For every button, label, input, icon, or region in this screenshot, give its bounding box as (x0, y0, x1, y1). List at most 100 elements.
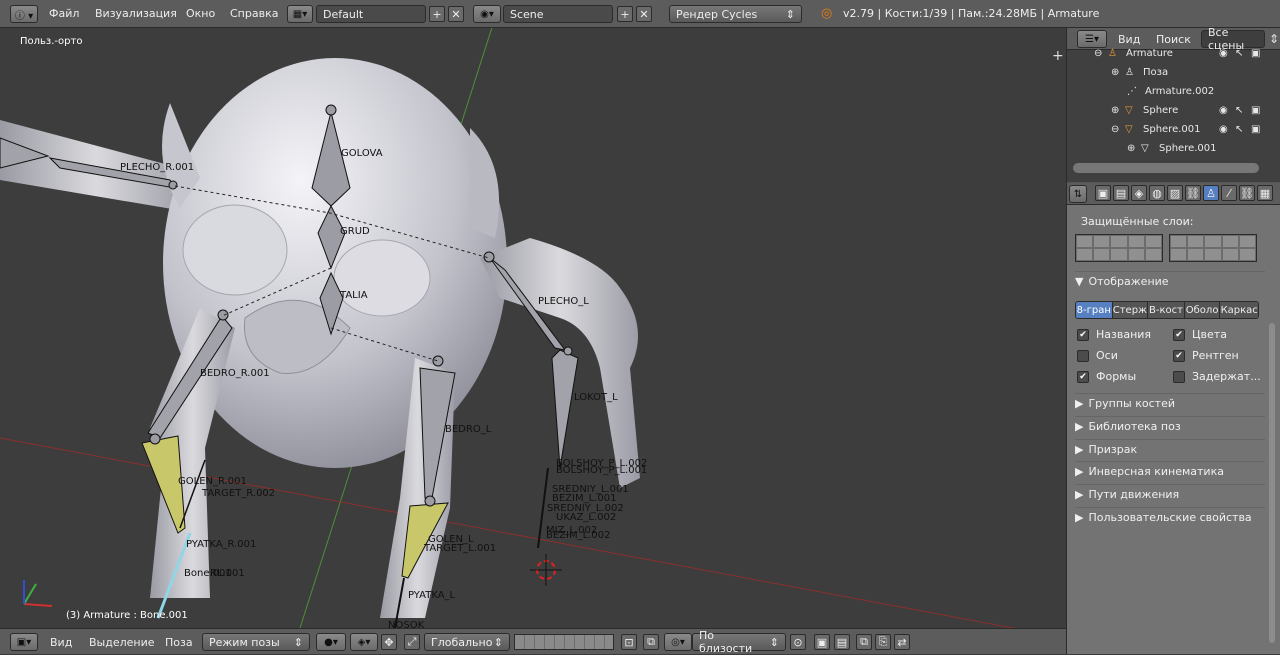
properties-editor-button[interactable]: ⇅ (1069, 185, 1087, 203)
screen-layout-field[interactable]: Default (316, 5, 426, 23)
menu-file[interactable]: Файл (40, 7, 88, 20)
outliner-row-pose[interactable]: ⊕ ♙ Поза (1067, 63, 1267, 82)
outliner-row-sphere-mesh[interactable]: ⊕ ▽ Sphere.001 (1067, 139, 1267, 158)
render-tab-icon[interactable]: ▣ (1095, 185, 1111, 201)
checkbox-box[interactable]: ✔ (1077, 328, 1089, 341)
render-icon[interactable]: ▣ (1251, 105, 1267, 116)
transform-icon[interactable]: ⤢ (404, 634, 420, 650)
pivot-point-dropdown[interactable]: ◈▾ (350, 633, 378, 651)
render-image-icon[interactable]: ▣ (814, 634, 830, 650)
panel-bone-groups[interactable]: ▶ Группы костей (1075, 393, 1265, 413)
cursor-icon[interactable]: ↖ (1235, 105, 1251, 116)
constraints-tab-icon[interactable]: ⛓ (1185, 185, 1201, 201)
display-mode-stick[interactable]: Стерж (1112, 302, 1149, 318)
add-layout-icon[interactable]: + (429, 6, 445, 22)
proportional-edit-dropdown[interactable]: ◎▾ (664, 633, 692, 651)
menu-view[interactable]: Вид (41, 636, 81, 649)
panel-custom-properties[interactable]: ▶ Пользовательские свойства (1075, 507, 1265, 527)
display-mode-selector[interactable]: 8-гран Стерж В-кост Оболо Каркас (1075, 301, 1259, 319)
scene-field[interactable]: Scene (503, 5, 613, 23)
screen-layout-icon[interactable]: ▦▾ (287, 5, 313, 23)
editor-type-button[interactable]: ▣▾ (10, 633, 38, 651)
checkbox-axes[interactable]: Оси (1077, 349, 1118, 362)
menu-render[interactable]: Визуализация (86, 7, 186, 20)
panel-ghost[interactable]: ▶ Призрак (1075, 439, 1265, 459)
visibility-icon[interactable]: ◉ (1219, 48, 1235, 59)
checkbox-delay[interactable]: Задержат... (1173, 370, 1261, 383)
render-engine-dropdown[interactable]: Рендер Cycles ⇕ (669, 5, 802, 23)
copy-pose-icon[interactable]: ⧉ (856, 634, 872, 650)
visibility-icon[interactable]: ◉ (1219, 124, 1235, 135)
checkbox-shapes[interactable]: ✔ Формы (1077, 370, 1136, 383)
outliner-row-armature-data[interactable]: ⋰ Armature.002 (1067, 82, 1267, 101)
manipulator-toggle-icon[interactable]: ✥ (381, 634, 397, 650)
display-mode-octahedral[interactable]: 8-гран (1076, 302, 1113, 318)
menu-select[interactable]: Выделение (80, 636, 164, 649)
collapse-icon[interactable]: ⊖ (1094, 48, 1108, 59)
render-icon[interactable]: ▣ (1251, 124, 1267, 135)
protected-layers-right[interactable] (1169, 234, 1257, 262)
visibility-icon[interactable]: ◉ (1219, 105, 1235, 116)
outliner[interactable]: ☰▾ Вид Поиск Все сцены ⇕ ⊖ ♙ Armature ◉ ↖… (1067, 26, 1280, 182)
menu-help[interactable]: Справка (221, 7, 287, 20)
3d-viewport[interactable]: Польз.-орто (3) Armature : Bone.001 PLEC… (0, 28, 1066, 628)
collapse-icon[interactable]: ⊖ (1111, 124, 1125, 135)
outliner-row-sphere[interactable]: ⊕ ▽ Sphere ◉ ↖ ▣ (1067, 101, 1267, 120)
world-tab-icon[interactable]: ◍ (1149, 185, 1165, 201)
bone-constraints-tab-icon[interactable]: ⛓ (1239, 185, 1255, 201)
expand-icon[interactable]: ⊕ (1111, 67, 1125, 78)
layer-buttons[interactable] (514, 634, 614, 650)
remove-scene-icon[interactable]: ✕ (636, 6, 652, 22)
checkbox-colors[interactable]: ✔ Цвета (1173, 328, 1227, 341)
bone-tab-icon[interactable]: ⁄ (1221, 185, 1237, 201)
ghost-icon[interactable]: ⧉ (643, 634, 659, 650)
panel-ik[interactable]: ▶ Инверсная кинематика (1075, 461, 1265, 481)
scene-icon[interactable]: ◉▾ (473, 5, 501, 23)
checkbox-box[interactable]: ✔ (1077, 370, 1089, 383)
object-tab-icon[interactable]: ▨ (1167, 185, 1183, 201)
add-region-icon[interactable]: + (1052, 48, 1064, 64)
display-mode-envelope[interactable]: Оболо (1184, 302, 1221, 318)
display-mode-bbone[interactable]: В-кост (1148, 302, 1185, 318)
checkbox-names[interactable]: ✔ Названия (1077, 328, 1151, 341)
shading-dropdown[interactable]: ●▾ (316, 633, 346, 651)
cursor-icon[interactable]: ↖ (1235, 124, 1251, 135)
paste-pose-icon[interactable]: ⎘ (875, 634, 891, 650)
outliner-row-sphere001[interactable]: ⊖ ▽ Sphere.001 ◉ ↖ ▣ (1067, 120, 1267, 139)
snap-icon[interactable]: ⊙ (790, 634, 806, 650)
properties-tabs[interactable]: ▣ ▤ ◈ ◍ ▨ ⛓ ♙ ⁄ ⛓ ▦ (1095, 185, 1273, 201)
lock-layers-icon[interactable]: ⊡ (621, 634, 637, 650)
armature-tab-icon[interactable]: ♙ (1203, 185, 1219, 201)
render-icon[interactable]: ▣ (1251, 48, 1267, 59)
display-panel-header[interactable]: ▼ Отображение (1075, 271, 1265, 291)
checkbox-box[interactable] (1077, 349, 1089, 362)
scroll-up-icon[interactable]: ⇕ (1269, 32, 1279, 46)
protected-layers-left[interactable] (1075, 234, 1163, 262)
checkbox-xray[interactable]: ✔ Рентген (1173, 349, 1239, 362)
menu-pose[interactable]: Поза (156, 636, 202, 649)
info-editor-button[interactable]: ⓘ ▾ (10, 5, 38, 23)
texture-tab-icon[interactable]: ▦ (1257, 185, 1273, 201)
scene-tab-icon[interactable]: ◈ (1131, 185, 1147, 201)
orientation-dropdown[interactable]: Глобально ⇕ (424, 633, 510, 651)
panel-pose-library[interactable]: ▶ Библиотека поз (1075, 416, 1265, 436)
outliner-scrollbar[interactable] (1073, 163, 1259, 173)
render-animation-icon[interactable]: ▤ (834, 634, 850, 650)
properties-editor[interactable]: ⇅ ▣ ▤ ◈ ◍ ▨ ⛓ ♙ ⁄ ⛓ ▦ Защищённые слои: ▼… (1067, 183, 1280, 654)
expand-icon[interactable]: ⊕ (1111, 105, 1125, 116)
layers-tab-icon[interactable]: ▤ (1113, 185, 1129, 201)
checkbox-box[interactable]: ✔ (1173, 328, 1185, 341)
menu-window[interactable]: Окно (177, 7, 224, 20)
expand-icon[interactable]: ⊕ (1127, 143, 1141, 154)
display-mode-wire[interactable]: Каркас (1220, 302, 1258, 318)
panel-motion-paths[interactable]: ▶ Пути движения (1075, 484, 1265, 504)
paste-flipped-pose-icon[interactable]: ⇄ (894, 634, 910, 650)
checkbox-box[interactable]: ✔ (1173, 349, 1185, 362)
cursor-icon[interactable]: ↖ (1235, 48, 1251, 59)
mode-dropdown[interactable]: Режим позы ⇕ (202, 633, 310, 651)
remove-layout-icon[interactable]: ✕ (448, 6, 464, 22)
outliner-row-armature[interactable]: ⊖ ♙ Armature ◉ ↖ ▣ (1067, 44, 1267, 63)
properties-scrollbar[interactable] (1269, 323, 1275, 643)
add-scene-icon[interactable]: + (617, 6, 633, 22)
snap-target-dropdown[interactable]: По близости ⇕ (692, 629, 786, 655)
